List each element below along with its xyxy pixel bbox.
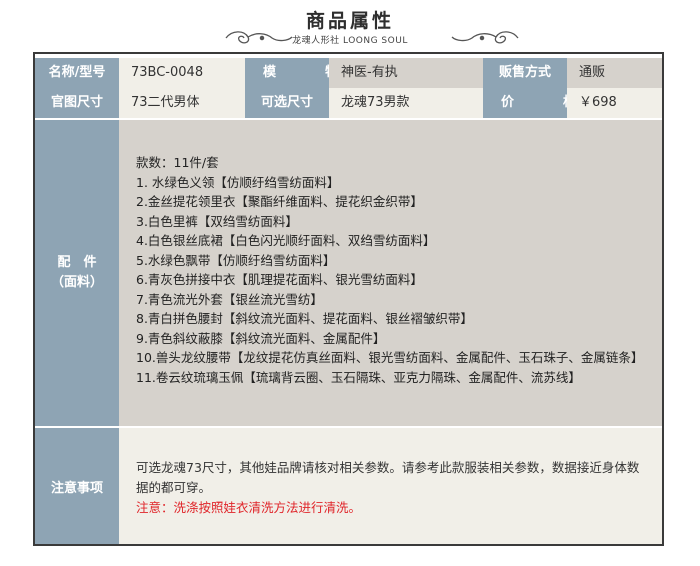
spec-label-optional-size: 可选尺寸 bbox=[245, 88, 329, 118]
product-attributes-table: 名称/型号 73BC-0048 模 特 神医-有执 贩售方式 通贩 官图尺寸 7… bbox=[33, 52, 664, 546]
list-item: 8.青白拼色腰封【斜纹流光面料、提花面料、银丝褶皱织带】 bbox=[136, 311, 473, 326]
notes-text: 可选龙魂73尺寸，其他娃品牌请核对相关参数。请参考此款服装相关参数，数据接近身体… bbox=[136, 460, 640, 495]
list-item: 4.白色银丝底裙【白色闪光顺纡面料、双绉雪纺面料】 bbox=[136, 233, 436, 248]
spec-value-price: ￥698 bbox=[567, 88, 662, 118]
accessories-list: 款数：11件/套 1. 水绿色义领【仿顺纡绉雪纺面料】 2.金丝提花领里衣【聚酯… bbox=[119, 120, 662, 426]
brand-name: 龙魂人形社 LOONG SOUL bbox=[292, 36, 408, 46]
accessories-label-line1: 配 件 bbox=[57, 255, 97, 270]
page-header: 商品属性 龙魂人形社 LOONG SOUL bbox=[0, 0, 700, 50]
notes-label: 注意事项 bbox=[35, 428, 119, 544]
list-item: 9.青色斜纹蔽膝【斜纹流光面料、金属配件】 bbox=[136, 330, 386, 346]
notes-body: 可选龙魂73尺寸，其他娃品牌请核对相关参数。请参考此款服装相关参数，数据接近身体… bbox=[119, 428, 662, 544]
spec-row-1: 名称/型号 73BC-0048 模 特 神医-有执 贩售方式 通贩 bbox=[35, 58, 662, 88]
list-item: 3.白色里裤【双绉雪纺面料】 bbox=[136, 213, 298, 229]
spec-value-model: 73BC-0048 bbox=[119, 58, 245, 88]
spec-label-price: 价 格 bbox=[483, 88, 576, 118]
accessories-section: 配 件 （面料） 款数：11件/套 1. 水绿色义领【仿顺纡绉雪纺面料】 2.金… bbox=[35, 120, 662, 426]
spec-row-2: 官图尺寸 73二代男体 可选尺寸 龙魂73男款 价 格 ￥698 bbox=[35, 88, 662, 118]
list-item: 5.水绿色飘带【仿顺纡绉雪纺面料】 bbox=[136, 252, 336, 268]
list-item: 10.兽头龙纹腰带【龙纹提花仿真丝面料、银光雪纺面料、金属配件、玉石珠子、金属链… bbox=[136, 350, 644, 365]
spec-label-name: 名称/型号 bbox=[35, 58, 119, 88]
accessories-label-line2: （面料） bbox=[50, 275, 103, 290]
list-item: 7.青色流光外套【银丝流光雪纺】 bbox=[136, 291, 323, 307]
notes-warning: 注意：洗涤按照娃衣清洗方法进行清洗。 bbox=[136, 500, 362, 515]
spec-value-model-figure: 神医-有执 bbox=[329, 58, 483, 88]
list-item: 1. 水绿色义领【仿顺纡绉雪纺面料】 bbox=[136, 174, 340, 190]
list-item: 11.卷云纹琉璃玉佩【琉璃背云圈、玉石隔珠、亚克力隔珠、金属配件、流苏线】 bbox=[136, 369, 581, 385]
spec-label-official-size: 官图尺寸 bbox=[35, 88, 119, 118]
notes-section: 注意事项 可选龙魂73尺寸，其他娃品牌请核对相关参数。请参考此款服装相关参数，数… bbox=[35, 428, 662, 544]
accessories-count: 款数：11件/套 bbox=[136, 155, 219, 170]
spec-value-official-size: 73二代男体 bbox=[119, 88, 245, 118]
spec-label-model-figure: 模 特 bbox=[245, 58, 338, 88]
list-item: 6.青灰色拼接中衣【肌理提花面料、银光雪纺面料】 bbox=[136, 272, 423, 287]
spec-label-sale-method: 贩售方式 bbox=[483, 58, 567, 88]
spec-value-optional-size: 龙魂73男款 bbox=[329, 88, 483, 118]
accessories-label: 配 件 （面料） bbox=[35, 120, 119, 426]
list-item: 2.金丝提花领里衣【聚酯纤维面料、提花织金织带】 bbox=[136, 194, 423, 209]
spec-value-sale-method: 通贩 bbox=[567, 58, 662, 88]
